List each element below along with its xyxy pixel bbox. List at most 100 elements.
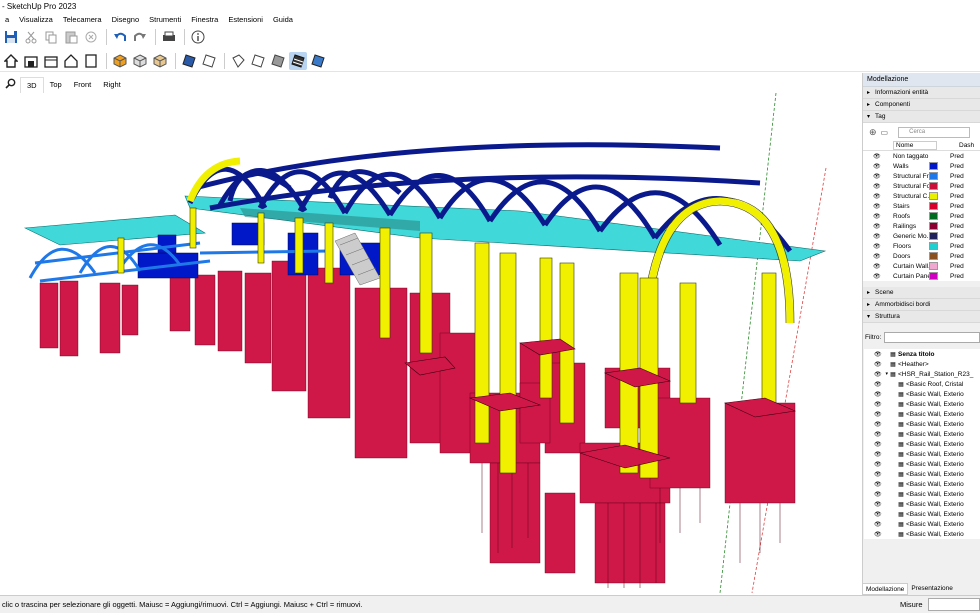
tag-color-swatch[interactable] bbox=[929, 252, 938, 260]
tag-row[interactable]: 👁 Floors Pred bbox=[863, 241, 980, 251]
eye-icon[interactable]: 👁 bbox=[863, 273, 881, 280]
tag-row[interactable]: 👁 Structural Fr... Pred bbox=[863, 171, 980, 181]
tag-color-swatch[interactable] bbox=[929, 172, 938, 180]
menu-draw[interactable]: Disegno bbox=[107, 13, 145, 26]
tag-row[interactable]: 👁 Curtain Wall... Pred bbox=[863, 261, 980, 271]
outliner-item[interactable]: 👁 ▦ <Basic Wall, Exterio bbox=[864, 489, 980, 499]
tag-row[interactable]: 👁 Structural Fo... Pred bbox=[863, 181, 980, 191]
tag-color-swatch[interactable] bbox=[929, 182, 938, 190]
eye-icon[interactable]: 👁 bbox=[863, 193, 881, 200]
outliner-item[interactable]: 👁 ▦ <Basic Wall, Exterio bbox=[864, 479, 980, 489]
tag-row[interactable]: 👁 Stairs Pred bbox=[863, 201, 980, 211]
style-b-icon[interactable] bbox=[309, 52, 327, 70]
tag-row[interactable]: 👁 Railings Pred bbox=[863, 221, 980, 231]
eye-icon[interactable]: 👁 bbox=[863, 213, 881, 220]
tab-top[interactable]: Top bbox=[44, 77, 68, 92]
tag-color-swatch[interactable] bbox=[929, 262, 938, 270]
monochrome-icon[interactable] bbox=[269, 52, 287, 70]
eye-icon[interactable]: 👁 bbox=[864, 351, 882, 358]
outliner-item[interactable]: 👁 ▦ <Heather> bbox=[864, 359, 980, 369]
tag-row[interactable]: 👁 Structural C... Pred bbox=[863, 191, 980, 201]
outliner-item[interactable]: 👁 ▾ ▦ <HSR_Rail_Station_R23_ bbox=[864, 369, 980, 379]
eye-icon[interactable]: 👁 bbox=[863, 173, 881, 180]
eye-icon[interactable]: 👁 bbox=[863, 253, 881, 260]
tab-right[interactable]: Right bbox=[97, 77, 127, 92]
outliner-item[interactable]: 👁 ▦ <Basic Wall, Exterio bbox=[864, 409, 980, 419]
section-tags[interactable]: ▾ Tag bbox=[863, 111, 980, 123]
outliner-item[interactable]: 👁 ▦ <Basic Wall, Exterio bbox=[864, 519, 980, 529]
measurements-input[interactable] bbox=[928, 598, 980, 611]
eye-icon[interactable]: 👁 bbox=[863, 153, 881, 160]
add-tag-icon[interactable]: ⊕ bbox=[869, 127, 877, 138]
xray-view-icon[interactable] bbox=[131, 52, 149, 70]
tag-column-name[interactable]: Nome bbox=[893, 141, 937, 150]
outliner-item[interactable]: 👁 ▦ <Basic Wall, Exterio bbox=[864, 509, 980, 519]
tag-row[interactable]: 👁 Doors Pred bbox=[863, 251, 980, 261]
hidden-line-icon[interactable] bbox=[200, 52, 218, 70]
eye-icon[interactable]: 👁 bbox=[864, 421, 882, 428]
tag-row[interactable]: 👁 Roofs Pred bbox=[863, 211, 980, 221]
section-outliner[interactable]: ▾ Struttura bbox=[863, 311, 980, 323]
outliner-item[interactable]: 👁 ▦ <Basic Wall, Exterio bbox=[864, 499, 980, 509]
eye-icon[interactable]: 👁 bbox=[864, 451, 882, 458]
eye-icon[interactable]: 👁 bbox=[864, 391, 882, 398]
warehouse-icon[interactable] bbox=[22, 52, 40, 70]
menu-file[interactable]: a bbox=[0, 13, 14, 26]
tab-3d[interactable]: 3D bbox=[20, 76, 44, 93]
eye-icon[interactable]: 👁 bbox=[864, 521, 882, 528]
eye-icon[interactable]: 👁 bbox=[864, 401, 882, 408]
eye-icon[interactable]: 👁 bbox=[864, 471, 882, 478]
print-icon[interactable] bbox=[160, 28, 178, 46]
tag-row[interactable]: 👁 Non taggato Pred bbox=[863, 151, 980, 161]
iso-view-icon[interactable] bbox=[111, 52, 129, 70]
outliner-item[interactable]: 👁 ▦ <Basic Wall, Exterio bbox=[864, 389, 980, 399]
undo-icon[interactable] bbox=[111, 28, 129, 46]
expand-icon[interactable]: ▾ bbox=[878, 371, 888, 377]
tag-row[interactable]: 👁 Generic Mo... Pred bbox=[863, 231, 980, 241]
house-icon[interactable] bbox=[62, 52, 80, 70]
shaded-icon[interactable] bbox=[229, 52, 247, 70]
section-scenes[interactable]: ▸ Scene bbox=[863, 287, 980, 299]
outliner-item[interactable]: 👁 ▦ <Basic Wall, Exterio bbox=[864, 419, 980, 429]
tag-color-swatch[interactable] bbox=[929, 242, 938, 250]
tray-tab-modeling[interactable]: Modellazione bbox=[862, 583, 909, 595]
eye-icon[interactable]: 👁 bbox=[864, 481, 882, 488]
outliner-item[interactable]: 👁 ▦ <Basic Wall, Exterio bbox=[864, 459, 980, 469]
extension-warehouse-icon[interactable] bbox=[42, 52, 60, 70]
menu-camera[interactable]: Telecamera bbox=[58, 13, 107, 26]
outliner-item[interactable]: 👁 ▦ <Basic Roof, Cristal bbox=[864, 379, 980, 389]
tag-search-input[interactable]: Cerca bbox=[898, 126, 971, 138]
eye-icon[interactable]: 👁 bbox=[863, 183, 881, 190]
outliner-item[interactable]: 👁 ▦ <Basic Wall, Exterio bbox=[864, 529, 980, 539]
tab-front[interactable]: Front bbox=[68, 77, 98, 92]
eye-icon[interactable]: 👁 bbox=[864, 511, 882, 518]
eye-icon[interactable]: 👁 bbox=[864, 441, 882, 448]
tray-tab-presentation[interactable]: Presentazione bbox=[908, 583, 956, 595]
outliner-item[interactable]: 👁 ▦ <Basic Wall, Exterio bbox=[864, 399, 980, 409]
eye-icon[interactable]: 👁 bbox=[863, 223, 881, 230]
back-edges-icon[interactable] bbox=[151, 52, 169, 70]
shaded-textures-icon[interactable] bbox=[249, 52, 267, 70]
add-folder-icon[interactable]: ▭ bbox=[881, 128, 889, 137]
filter-input[interactable] bbox=[884, 331, 980, 343]
outliner-item[interactable]: 👁 ▦ <Basic Wall, Exterio bbox=[864, 469, 980, 479]
menu-tools[interactable]: Strumenti bbox=[144, 13, 186, 26]
tag-color-swatch[interactable] bbox=[929, 232, 938, 240]
outliner-item[interactable]: 👁 ▦ <Basic Wall, Exterio bbox=[864, 429, 980, 439]
redo-icon[interactable] bbox=[131, 28, 149, 46]
tag-color-swatch[interactable] bbox=[929, 222, 938, 230]
search-icon[interactable] bbox=[0, 78, 20, 91]
tag-color-swatch[interactable] bbox=[929, 212, 938, 220]
outliner-item[interactable]: 👁 ▦ <Basic Wall, Exterio bbox=[864, 449, 980, 459]
eye-icon[interactable]: 👁 bbox=[864, 491, 882, 498]
page-icon[interactable] bbox=[82, 52, 100, 70]
copy-icon[interactable] bbox=[42, 28, 60, 46]
eye-icon[interactable]: 👁 bbox=[863, 163, 881, 170]
eye-icon[interactable]: 👁 bbox=[864, 501, 882, 508]
menu-help[interactable]: Guida bbox=[268, 13, 298, 26]
style-a-icon[interactable] bbox=[289, 51, 307, 70]
eye-icon[interactable]: 👁 bbox=[864, 361, 882, 368]
section-entity-info[interactable]: ▸ Informazioni entità bbox=[863, 87, 980, 99]
tag-color-swatch[interactable] bbox=[929, 202, 938, 210]
wireframe-icon[interactable] bbox=[180, 52, 198, 70]
